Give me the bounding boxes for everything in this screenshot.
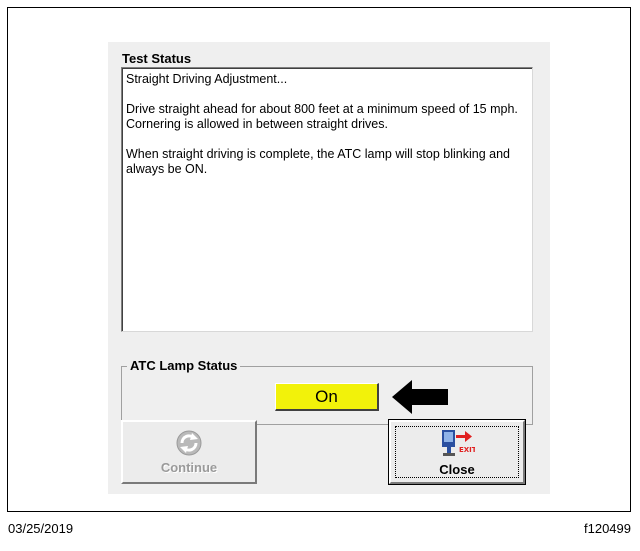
atc-lamp-status-group: ATC Lamp Status On [121, 358, 533, 425]
status-line-title: Straight Driving Adjustment... [126, 72, 288, 86]
test-status-heading: Test Status [122, 51, 192, 66]
atc-lamp-indicator: On [275, 383, 379, 411]
status-line-completion: When straight driving is complete, the A… [126, 147, 510, 176]
focus-rectangle [395, 426, 519, 478]
pointer-arrow-icon [392, 380, 448, 414]
close-button[interactable]: EXIT Close [388, 419, 526, 485]
test-status-dialog: Test Status Straight Driving Adjustment.… [108, 42, 550, 494]
continue-button-label: Continue [160, 460, 218, 475]
footer-figure-id: f120499 [584, 521, 631, 536]
refresh-arrows-icon [176, 430, 202, 456]
atc-lamp-status-title: ATC Lamp Status [127, 358, 241, 373]
status-line-instructions: Drive straight ahead for about 800 feet … [126, 102, 518, 131]
footer-date: 03/25/2019 [8, 521, 74, 536]
continue-button[interactable]: Continue [121, 420, 257, 484]
status-message-box[interactable]: Straight Driving Adjustment... Drive str… [121, 67, 533, 332]
